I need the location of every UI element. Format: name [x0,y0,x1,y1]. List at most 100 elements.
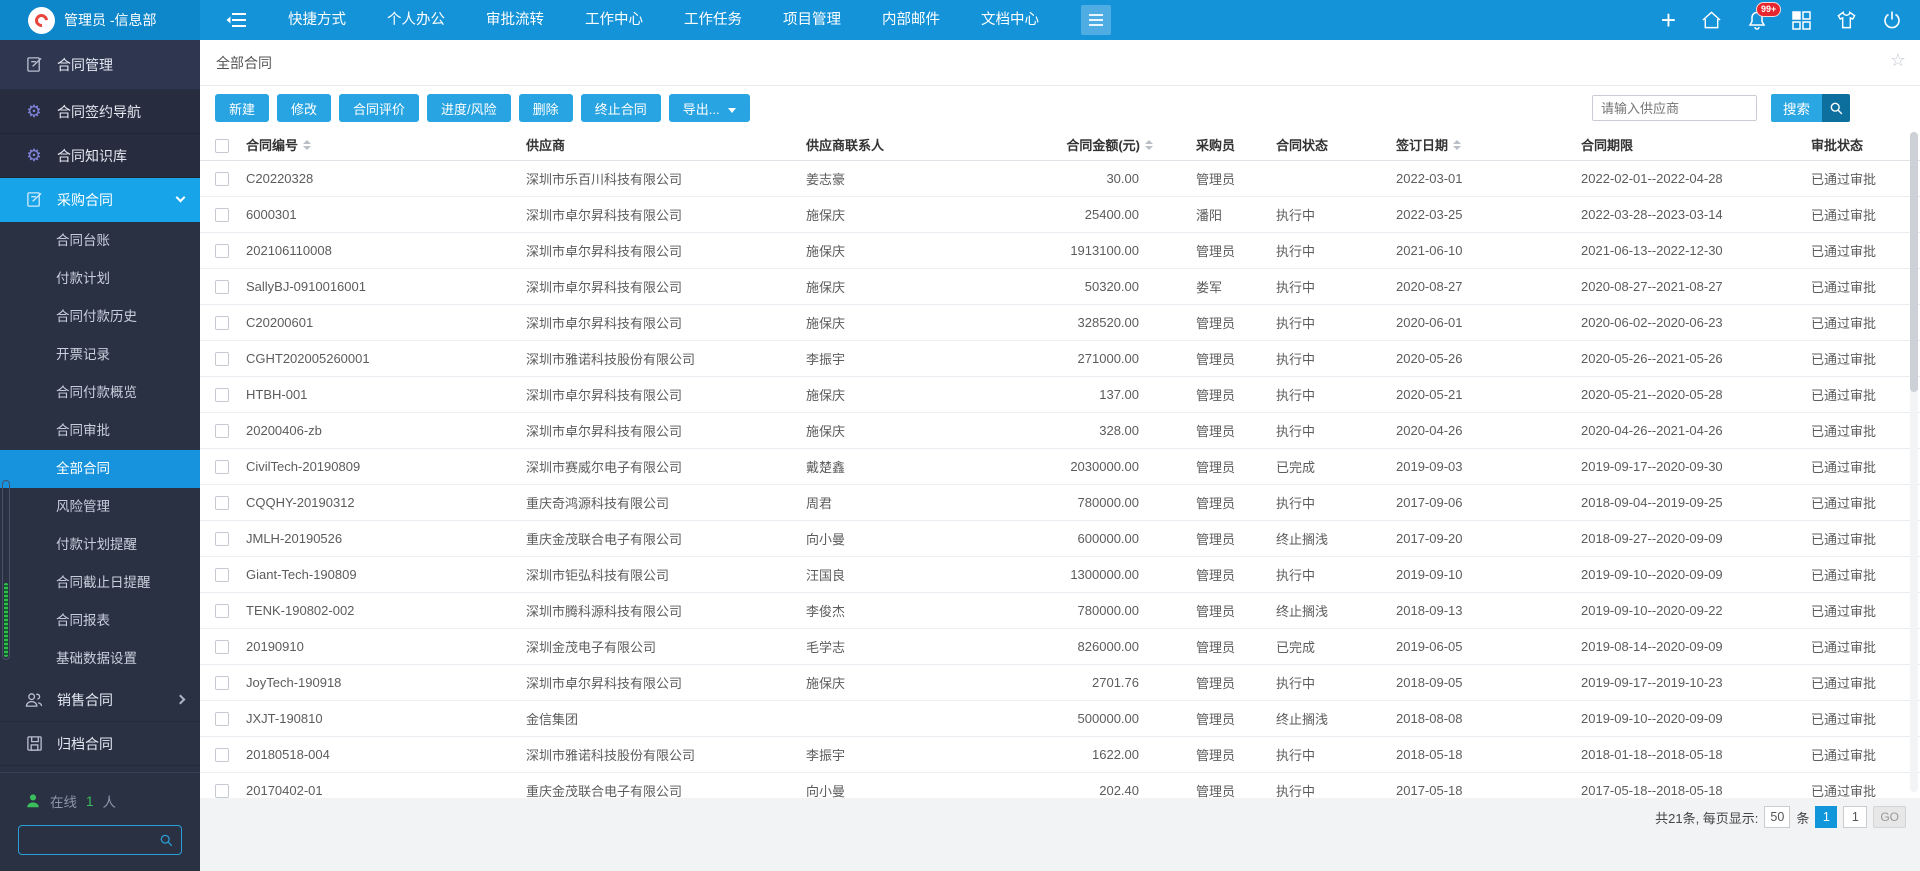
contract-row[interactable]: CivilTech-20190809深圳市赛威尔电子有限公司戴楚鑫2030000… [200,448,1920,484]
sidebar-submenu-item[interactable]: 合同台账 [0,222,200,260]
sidebar-submenu-item[interactable]: 合同付款概览 [0,374,200,412]
row-checkbox[interactable] [215,424,229,438]
contract-row[interactable]: C20220328深圳市乐百川科技有限公司姜志豪30.00管理员2022-03-… [200,160,1920,196]
contract-row[interactable]: 202106110008深圳市卓尔昇科技有限公司施保庆1913100.00管理员… [200,232,1920,268]
row-checkbox[interactable] [215,244,229,258]
sidebar-item-knowledge-base[interactable]: ⚙ 合同知识库 [0,134,200,178]
favorite-star-icon[interactable]: ☆ [1890,51,1906,69]
current-page-button[interactable]: 1 [1815,806,1837,828]
column-header-sign_date[interactable]: 签订日期 [1395,130,1580,160]
contract-row[interactable]: CGHT202005260001深圳市雅诺科技股份有限公司李振宇271000.0… [200,340,1920,376]
search-icon[interactable] [159,833,173,847]
apps-grid-icon[interactable] [1792,11,1811,30]
contract-row[interactable]: 20180518-004深圳市雅诺科技股份有限公司李振宇1622.00管理员执行… [200,736,1920,772]
home-icon[interactable] [1701,10,1722,30]
search-button[interactable]: 搜索 [1771,94,1850,122]
row-checkbox[interactable] [215,280,229,294]
row-checkbox[interactable] [215,496,229,510]
sidebar-submenu-item[interactable]: 风险管理 [0,488,200,526]
column-header-contract_no[interactable]: 合同编号 [245,130,525,160]
toolbar-button[interactable]: 删除 [519,94,573,122]
topbar-nav-item[interactable]: 审批流转 [486,0,544,40]
sidebar-submenu-item[interactable]: 基础数据设置 [0,640,200,678]
contract-row[interactable]: JXJT-190810金信集团500000.00管理员终止搁浅2018-08-0… [200,700,1920,736]
table-scrollbar[interactable] [1910,132,1918,792]
topbar-nav-item[interactable]: 项目管理 [783,0,841,40]
sort-icon[interactable] [1453,140,1461,150]
sidebar-item-contract-management[interactable]: 合同管理 [0,40,200,90]
row-checkbox[interactable] [215,784,229,798]
toolbar-button[interactable]: 进度/风险 [427,94,511,122]
sidebar-item-sales-contracts[interactable]: 销售合同 [0,678,200,722]
table-scrollbar-thumb[interactable] [1910,132,1918,392]
notifications-bell-icon[interactable]: 99+ [1747,10,1767,30]
topbar-nav-item[interactable]: 内部邮件 [882,0,940,40]
row-checkbox[interactable] [215,208,229,222]
row-checkbox[interactable] [215,604,229,618]
supplier-search-input[interactable] [1592,95,1757,121]
contract-row[interactable]: JMLH-20190526重庆金茂联合电子有限公司向小曼600000.00管理员… [200,520,1920,556]
row-checkbox[interactable] [215,172,229,186]
toolbar-button[interactable]: 修改 [277,94,331,122]
sidebar-item-purchase-contracts[interactable]: 采购合同 [0,178,200,222]
theme-shirt-icon[interactable] [1836,10,1857,30]
row-checkbox[interactable] [215,460,229,474]
sort-icon[interactable] [1145,140,1153,150]
sidebar-search-input[interactable] [27,832,153,849]
topbar-nav-item[interactable]: 文档中心 [981,0,1039,40]
row-checkbox[interactable] [215,388,229,402]
sidebar-submenu-item[interactable]: 合同付款历史 [0,298,200,336]
page-size-box[interactable]: 50 [1764,806,1790,828]
toolbar-button[interactable]: 合同评价 [339,94,419,122]
sidebar-submenu-item[interactable]: 付款计划 [0,260,200,298]
select-all-checkbox[interactable] [215,139,229,153]
contract-row[interactable]: TENK-190802-002深圳市腾科源科技有限公司李俊杰780000.00管… [200,592,1920,628]
contract-row[interactable]: C20200601深圳市卓尔昇科技有限公司施保庆328520.00管理员执行中2… [200,304,1920,340]
sidebar-submenu-item[interactable]: 全部合同 [0,450,200,488]
sidebar-item-archived-contracts[interactable]: 归档合同 [0,722,200,766]
sidebar-scrollbar[interactable] [2,480,10,660]
topbar-nav-item[interactable]: 工作任务 [684,0,742,40]
row-checkbox[interactable] [215,352,229,366]
column-header-amount[interactable]: 合同金额(元) [955,130,1195,160]
page-jump-input[interactable]: 1 [1843,806,1867,828]
contract-row[interactable]: Giant-Tech-190809深圳市钜弘科技有限公司汪国良1300000.0… [200,556,1920,592]
contract-row[interactable]: 20170402-01重庆金茂联合电子有限公司向小曼202.40管理员执行中20… [200,772,1920,798]
row-checkbox[interactable] [215,568,229,582]
row-checkbox[interactable] [215,316,229,330]
sidebar-submenu-item[interactable]: 合同审批 [0,412,200,450]
row-checkbox[interactable] [215,748,229,762]
topbar-nav-item[interactable]: 快捷方式 [288,0,346,40]
more-menus-icon[interactable] [1081,5,1111,35]
row-checkbox[interactable] [215,676,229,690]
toolbar-button[interactable]: 新建 [215,94,269,122]
row-checkbox[interactable] [215,640,229,654]
sort-icon[interactable] [303,140,311,150]
sidebar-submenu-item[interactable]: 付款计划提醒 [0,526,200,564]
contract-row[interactable]: JoyTech-190918深圳市卓尔昇科技有限公司施保庆2701.76管理员执… [200,664,1920,700]
go-button[interactable]: GO [1873,806,1906,828]
sidebar-item-sign-navigation[interactable]: ⚙ 合同签约导航 [0,90,200,134]
row-checkbox[interactable] [215,712,229,726]
cell-supplier: 深圳市卓尔昇科技有限公司 [525,376,805,412]
topbar-nav-item[interactable]: 个人办公 [387,0,445,40]
export-button[interactable]: 导出... [669,94,750,122]
contract-row[interactable]: 20200406-zb深圳市卓尔昇科技有限公司施保庆328.00管理员执行中20… [200,412,1920,448]
sidebar-submenu-item[interactable]: 开票记录 [0,336,200,374]
collapse-sidebar-icon[interactable] [226,11,248,29]
sidebar-scrollbar-thumb[interactable] [4,583,8,657]
toolbar-button[interactable]: 终止合同 [581,94,661,122]
contract-row[interactable]: HTBH-001深圳市卓尔昇科技有限公司施保庆137.00管理员执行中2020-… [200,376,1920,412]
add-new-icon[interactable]: + [1661,10,1676,30]
contract-row[interactable]: CQQHY-20190312重庆奇鸿源科技有限公司周君780000.00管理员执… [200,484,1920,520]
contract-row[interactable]: 6000301深圳市卓尔昇科技有限公司施保庆25400.00潘阳执行中2022-… [200,196,1920,232]
sidebar-submenu-item[interactable]: 合同报表 [0,602,200,640]
contract-row[interactable]: 20190910深圳金茂电子有限公司毛学志826000.00管理员已完成2019… [200,628,1920,664]
row-checkbox[interactable] [215,532,229,546]
logo-area[interactable]: 管理员 -信息部 [0,0,200,40]
contract-doc-icon [25,56,43,74]
power-logout-icon[interactable] [1882,10,1902,30]
topbar-nav-item[interactable]: 工作中心 [585,0,643,40]
contract-row[interactable]: SallyBJ-0910016001深圳市卓尔昇科技有限公司施保庆50320.0… [200,268,1920,304]
sidebar-submenu-item[interactable]: 合同截止日提醒 [0,564,200,602]
